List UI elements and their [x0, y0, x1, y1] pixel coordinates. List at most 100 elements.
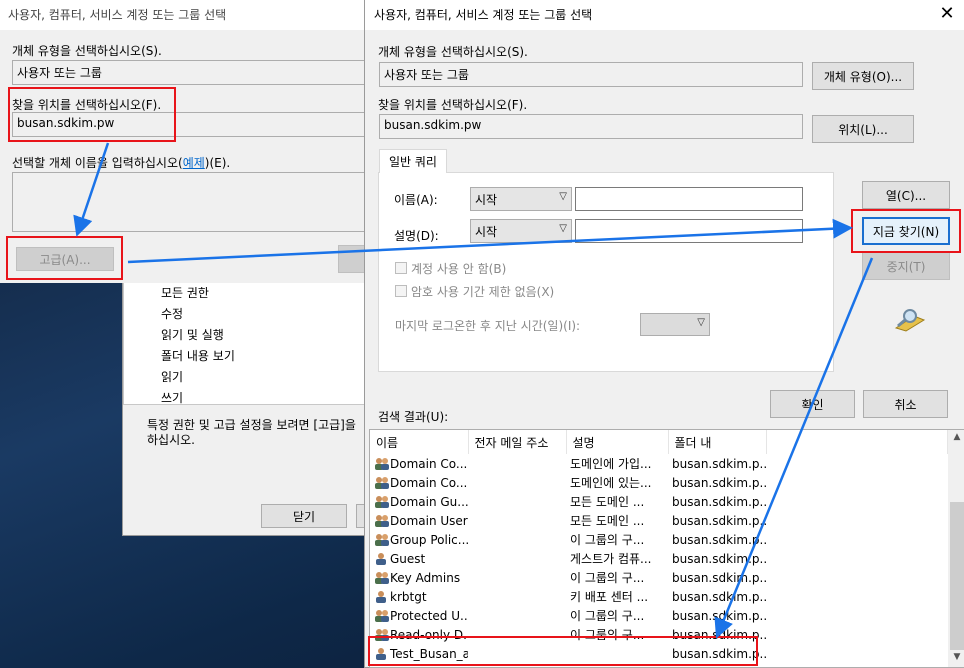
group-icon	[374, 476, 389, 490]
name-condition-select[interactable]: 시작 ▽	[470, 187, 572, 211]
permissions-dialog: 모든 권한 수정 읽기 및 실행 폴더 내용 보기 읽기 쓰기 특정 권한 및 …	[122, 240, 386, 536]
examples-link[interactable]: 예제	[183, 156, 205, 170]
user-icon	[374, 590, 388, 604]
results-table: 이름 전자 메일 주소 설명 폴더 내 Domain Co... 도메인에 가입.…	[370, 430, 948, 663]
cell-description: 이 그룹의 구...	[570, 609, 645, 623]
tab-common-queries[interactable]: 일반 쿼리	[379, 149, 447, 173]
name-label: 이름(A):	[394, 193, 438, 207]
disabled-accounts-checkbox[interactable]	[395, 262, 407, 274]
table-row[interactable]: Domain Users 모든 도메인 ... busan.sdkim.p...	[370, 511, 948, 530]
close-button[interactable]: 닫기	[261, 504, 347, 528]
chevron-down-icon: ▽	[559, 191, 567, 202]
cell-name: Key Admins	[370, 568, 468, 587]
scroll-up-icon[interactable]: ▲	[948, 432, 964, 442]
table-row[interactable]: Protected U... 이 그룹의 구... busan.sdkim.p...	[370, 606, 948, 625]
highlight-advanced-button	[6, 236, 123, 280]
description-condition-select[interactable]: 시작 ▽	[470, 219, 572, 243]
table-row[interactable]: Domain Co... 도메인에 있는... busan.sdkim.p...	[370, 473, 948, 492]
scroll-thumb[interactable]	[950, 502, 964, 650]
table-row[interactable]: Key Admins 이 그룹의 구... busan.sdkim.p...	[370, 568, 948, 587]
cell-folder: busan.sdkim.p...	[672, 494, 766, 509]
object-type-field: 사용자 또는 그룹	[12, 60, 372, 85]
cell-empty	[766, 511, 948, 530]
cell-description: 도메인에 가입...	[570, 457, 652, 471]
cell-folder: busan.sdkim.p...	[672, 570, 766, 585]
search-results-list[interactable]: 이름 전자 메일 주소 설명 폴더 내 Domain Co... 도메인에 가입.…	[369, 429, 964, 668]
dialog-title: 사용자, 컴퓨터, 서비스 계정 또는 그룹 선택	[374, 8, 593, 22]
table-row[interactable]: Domain Gu... 모든 도메인 ... busan.sdkim.p...	[370, 492, 948, 511]
cell-email	[468, 492, 566, 511]
cell-name: krbtgt	[370, 587, 468, 606]
cell-description: 모든 도메인 ...	[570, 514, 645, 528]
cell-name: Domain Co...	[370, 473, 468, 492]
cell-email	[468, 530, 566, 549]
cell-description: 게스트가 컴퓨...	[570, 552, 652, 566]
non-expiring-password-label: 암호 사용 기간 제한 없음(X)	[411, 285, 555, 299]
permission-item: 폴더 내용 보기	[161, 349, 235, 363]
table-row[interactable]: Guest 게스트가 컴퓨... busan.sdkim.p...	[370, 549, 948, 568]
description-input[interactable]	[575, 219, 803, 243]
group-icon	[374, 514, 389, 528]
close-icon[interactable]: ✕	[937, 4, 957, 24]
cell-folder: busan.sdkim.p...	[672, 475, 766, 490]
scroll-down-icon[interactable]: ▼	[948, 652, 964, 662]
cell-name: Guest	[370, 549, 468, 568]
cell-folder: busan.sdkim.p...	[672, 551, 766, 566]
table-row[interactable]: Group Polic... 이 그룹의 구... busan.sdkim.p...	[370, 530, 948, 549]
locations-button[interactable]: 위치(L)...	[812, 115, 914, 143]
cell-empty	[766, 587, 948, 606]
stop-button[interactable]: 중지(T)	[862, 252, 950, 280]
highlight-find-now-button	[851, 209, 961, 253]
cell-description: 키 배포 센터 ...	[570, 590, 649, 604]
ok-button[interactable]: 확인	[770, 390, 855, 418]
group-icon	[374, 571, 389, 585]
object-names-input[interactable]	[12, 172, 372, 232]
object-type-label: 개체 유형을 선택하십시오(S).	[378, 45, 528, 59]
cell-email	[468, 473, 566, 492]
column-header-name[interactable]: 이름	[370, 430, 469, 454]
user-icon	[374, 552, 388, 566]
object-type-label: 개체 유형을 선택하십시오(S).	[12, 44, 162, 58]
column-header-folder[interactable]: 폴더 내	[668, 430, 767, 454]
permission-item: 읽기 및 실행	[161, 328, 224, 342]
dialog-title: 사용자, 컴퓨터, 서비스 계정 또는 그룹 선택	[8, 8, 227, 22]
cell-empty	[766, 568, 948, 587]
chevron-down-icon: ▽	[697, 317, 705, 328]
location-field: busan.sdkim.pw	[379, 114, 803, 139]
cell-name: Group Polic...	[370, 530, 468, 549]
non-expiring-password-checkbox[interactable]	[395, 285, 407, 297]
column-header-email[interactable]: 전자 메일 주소	[468, 430, 567, 454]
group-icon	[374, 457, 389, 471]
object-types-button[interactable]: 개체 유형(O)...	[812, 62, 914, 90]
cell-email	[468, 454, 566, 473]
chevron-down-icon: ▽	[559, 223, 567, 234]
cell-empty	[766, 625, 948, 644]
table-row[interactable]: Domain Co... 도메인에 가입... busan.sdkim.p...	[370, 454, 948, 473]
columns-button[interactable]: 열(C)...	[862, 181, 950, 209]
cell-name: Domain Gu...	[370, 492, 468, 511]
cell-folder: busan.sdkim.p...	[672, 608, 766, 623]
cell-email	[468, 587, 566, 606]
search-results-label: 검색 결과(U):	[378, 410, 449, 424]
column-header-description[interactable]: 설명	[566, 430, 669, 454]
results-scrollbar[interactable]: ▲ ▼	[948, 430, 964, 667]
permission-item: 읽기	[161, 370, 184, 384]
cell-folder: busan.sdkim.p...	[672, 513, 766, 528]
cell-email	[468, 511, 566, 530]
permission-item: 쓰기	[161, 391, 184, 405]
highlight-location-field	[8, 87, 176, 142]
cell-description: 도메인에 있는...	[570, 476, 652, 490]
cell-empty	[766, 530, 948, 549]
cell-empty	[766, 492, 948, 511]
table-row[interactable]: krbtgt 키 배포 센터 ... busan.sdkim.p...	[370, 587, 948, 606]
right-select-dialog: 사용자, 컴퓨터, 서비스 계정 또는 그룹 선택 ✕ 개체 유형을 선택하십시…	[364, 0, 964, 668]
cancel-button[interactable]: 취소	[863, 390, 948, 418]
highlight-result-row	[368, 636, 758, 666]
permission-item: 모든 권한	[161, 286, 209, 300]
days-since-logon-select[interactable]: ▽	[640, 313, 710, 336]
cell-name: Domain Co...	[370, 454, 468, 473]
object-type-field: 사용자 또는 그룹	[379, 62, 803, 87]
cell-empty	[766, 473, 948, 492]
name-input[interactable]	[575, 187, 803, 211]
column-header-empty	[766, 430, 948, 454]
